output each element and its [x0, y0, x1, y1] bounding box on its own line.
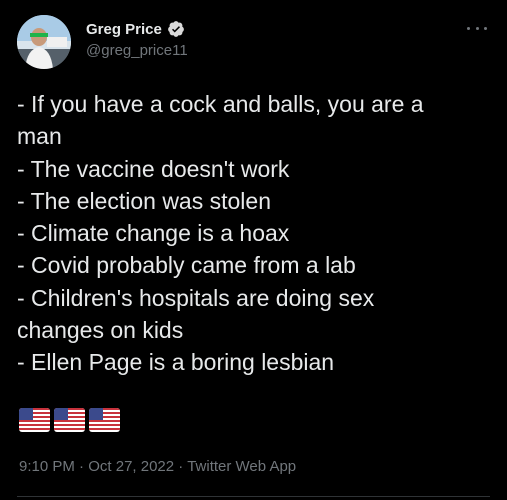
author-display-name[interactable]: Greg Price — [86, 21, 162, 38]
tweet-line: - Climate change is a hoax — [17, 220, 290, 247]
tweet-text: - If you have a cock and balls, you are … — [17, 88, 492, 379]
author-handle[interactable]: @greg_price11 — [86, 42, 188, 59]
tweet-source[interactable]: Twitter Web App — [187, 458, 296, 475]
tweet-metadata: 9:10 PM · Oct 27, 2022 · Twitter Web App — [19, 458, 296, 475]
verified-badge-icon — [168, 21, 184, 37]
more-horizontal-icon-dot — [475, 26, 479, 30]
us-flag-icon — [89, 408, 120, 432]
tweet-line: - The election was stolen — [17, 187, 271, 214]
tweet-time[interactable]: 9:10 PM — [19, 458, 75, 475]
tweet-line: - Ellen Page is a boring lesbian — [17, 349, 335, 376]
meta-separator: · — [178, 458, 184, 475]
divider — [17, 496, 490, 497]
tweet-line: - If you have a cock and balls, you are … — [17, 91, 424, 117]
tweet-line: - Covid probably came from a lab — [17, 252, 356, 279]
tweet-emoji-row — [19, 408, 120, 432]
meta-separator: · — [79, 458, 85, 475]
more-options-button[interactable] — [467, 18, 487, 38]
tweet-line: man — [17, 123, 62, 150]
author-name-row: Greg Price — [86, 19, 188, 39]
more-horizontal-icon — [467, 26, 470, 30]
tweet-line: - The vaccine doesn't work — [17, 155, 290, 182]
author-info: Greg Price @greg_price11 — [86, 19, 188, 60]
tweet-line: changes on kids — [17, 317, 184, 344]
avatar[interactable] — [17, 15, 71, 69]
tweet-line: - Children's hospitals are doing sex — [17, 284, 375, 311]
more-horizontal-icon-dot — [484, 26, 487, 30]
us-flag-icon — [54, 408, 85, 432]
tweet-date[interactable]: Oct 27, 2022 — [88, 458, 174, 475]
us-flag-icon — [19, 408, 50, 432]
